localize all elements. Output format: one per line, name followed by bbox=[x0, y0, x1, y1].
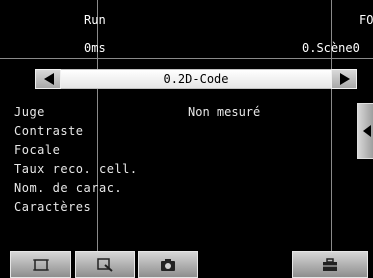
left-arrow-icon bbox=[44, 73, 54, 85]
frame-icon bbox=[32, 258, 49, 271]
tools-button[interactable] bbox=[292, 251, 368, 278]
time-label: 0ms bbox=[84, 41, 106, 55]
result-label-focale: Focale bbox=[14, 143, 61, 157]
result-label-caracteres: Caractères bbox=[14, 200, 92, 214]
result-label-nom-carac: Nom. de carac. bbox=[14, 181, 123, 195]
chevron-left-icon bbox=[363, 125, 371, 137]
toolbox-icon bbox=[323, 257, 337, 271]
next-button[interactable] bbox=[331, 69, 357, 89]
result-label-contraste: Contraste bbox=[14, 124, 84, 138]
result-label-juge: Juge bbox=[14, 105, 45, 119]
side-panel-button[interactable] bbox=[357, 103, 373, 159]
scene-label[interactable]: 0.2D-Code bbox=[62, 69, 330, 89]
frame-button[interactable] bbox=[10, 251, 71, 278]
prev-button[interactable] bbox=[35, 69, 61, 89]
scene-name-label: 0.Scène0 bbox=[302, 41, 360, 55]
capture-button[interactable] bbox=[138, 251, 198, 278]
right-guide-line bbox=[331, 0, 332, 251]
left-guide-line bbox=[97, 0, 98, 251]
top-divider-line bbox=[0, 58, 373, 59]
result-label-taux-reco: Taux reco. cell. bbox=[14, 162, 138, 176]
result-value-juge: Non mesuré bbox=[188, 105, 261, 119]
mode-right-label: FO bbox=[359, 13, 373, 27]
run-mode-label: Run bbox=[84, 13, 106, 27]
zoom-button[interactable] bbox=[75, 251, 135, 278]
right-arrow-icon bbox=[340, 73, 350, 85]
zoom-icon bbox=[97, 257, 113, 272]
camera-icon bbox=[161, 258, 175, 271]
